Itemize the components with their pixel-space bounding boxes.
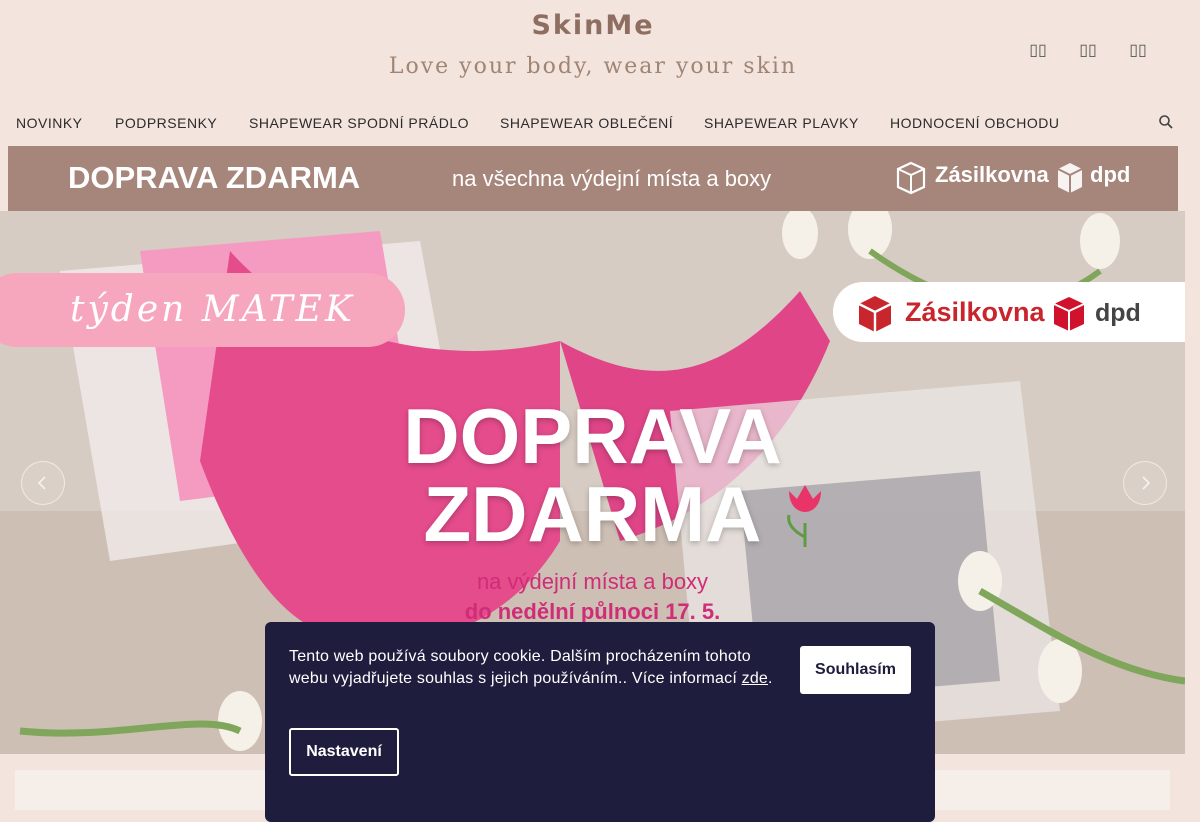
cookie-settings-button[interactable]: Nastavení (289, 728, 399, 776)
site-logo[interactable]: SkinMe (0, 10, 1186, 41)
site-tagline: Love your body, wear your skin (388, 54, 798, 79)
shipping-carrier-dpd: dpd (1090, 162, 1131, 187)
chevron-left-icon (37, 476, 46, 490)
account-icon[interactable]: ▯▯ (1026, 40, 1050, 60)
zasilkovna-logo-icon (896, 161, 926, 195)
tulip-icon (787, 485, 821, 547)
site-header: SkinMe Love your body, wear your skin ▯▯… (0, 0, 1200, 100)
hero-subtitle-line1: na výdejní místa a boxy (476, 569, 709, 594)
cookie-consent-bar: Tento web používá soubory cookie. Dalším… (265, 622, 935, 822)
nav-item-shapewear-underwear[interactable]: SHAPEWEAR SPODNÍ PRÁDLO (249, 115, 469, 131)
cookie-message-tail: . (768, 670, 773, 687)
cookie-message: Tento web používá soubory cookie. Dalším… (289, 646, 779, 690)
cookie-agree-button[interactable]: Souhlasím (800, 646, 911, 694)
search-icon[interactable] (1158, 114, 1174, 130)
nav-item-shapewear-clothing[interactable]: SHAPEWEAR OBLEČENÍ (500, 115, 673, 131)
hero-title-line2: ZDARMA (423, 470, 762, 558)
hero-carrier-zasilkovna: Zásilkovna (905, 297, 1045, 327)
chevron-right-icon (1142, 476, 1151, 490)
shipping-carrier-zasilkovna: Zásilkovna (935, 162, 1049, 187)
shipping-banner-subtitle: na všechna výdejní místa a boxy (452, 166, 772, 191)
cookie-more-info-link[interactable]: zde (742, 670, 768, 687)
main-navigation: NOVINKY PODPRSENKY SHAPEWEAR SPODNÍ PRÁD… (0, 100, 1200, 146)
mothers-week-label: týden MATEK (70, 289, 355, 330)
nav-item-novinky[interactable]: NOVINKY (16, 115, 83, 131)
nav-item-shapewear-swimwear[interactable]: SHAPEWEAR PLAVKY (704, 115, 859, 131)
slider-prev-button[interactable] (21, 461, 65, 505)
zasilkovna-logo-icon (858, 296, 892, 332)
dpd-logo-icon (1057, 163, 1083, 193)
dpd-logo-icon (1053, 297, 1085, 331)
shipping-banner-title: DOPRAVA ZDARMA (68, 160, 361, 195)
cart-icon[interactable]: ▯▯ (1126, 40, 1150, 60)
wishlist-icon[interactable]: ▯▯ (1076, 40, 1100, 60)
slider-next-button[interactable] (1123, 461, 1167, 505)
free-shipping-banner[interactable]: DOPRAVA ZDARMA na všechna výdejní místa … (8, 146, 1178, 211)
nav-item-store-reviews[interactable]: HODNOCENÍ OBCHODU (890, 115, 1060, 131)
hero-carrier-dpd: dpd (1095, 299, 1141, 327)
nav-item-podprsenky[interactable]: PODPRSENKY (115, 115, 217, 131)
cookie-message-text: Tento web používá soubory cookie. Dalším… (289, 648, 751, 687)
